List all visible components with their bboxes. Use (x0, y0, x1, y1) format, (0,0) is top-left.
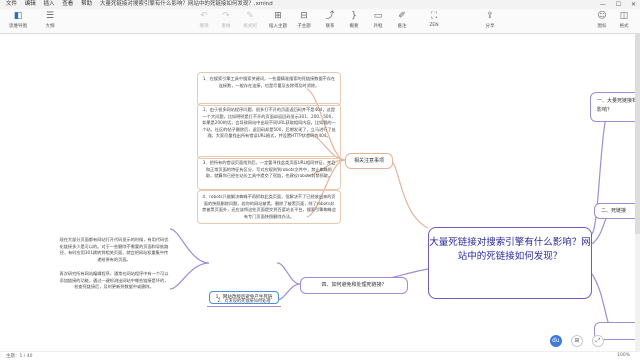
left-note-top[interactable]: 现在大部分页面都有网站打开代码显示的时候，有用代码优化链接多少是可以的。对于一些… (58, 237, 170, 263)
sub-node-2[interactable]: 2、对发现的死链接如何处理 (207, 295, 281, 307)
mindmap-canvas[interactable]: 1、在搜索引擎工具中搜索关键词，一些要精准搜索的死链接数据不存在连接数，一般存在… (0, 34, 640, 360)
tool-outline[interactable]: ☰ 大纲 (36, 11, 64, 29)
maximize-icon[interactable]: ☐ (616, 0, 621, 9)
tool-subtopic[interactable]: ⊟ 子主题 (290, 11, 318, 29)
mindmap-icon: ◧ (13, 11, 23, 21)
subtopic-icon: ⊟ (300, 11, 308, 21)
central-topic[interactable]: 大量死链接对搜索引擎有什么影响？网站中的死链接如何发现？ (428, 227, 592, 299)
tool-insert-topic[interactable]: ⊞ 插入主题 (264, 11, 292, 29)
minimize-icon[interactable]: — (600, 0, 606, 9)
note-3[interactable]: 3、把所有的错误页面找到后，一定要寻找此类页面URL相同特征，并且和正常页面的特… (197, 156, 341, 190)
note-1[interactable]: 1、在搜索引擎工具中搜索关键词，一些要精准搜索的死链接数据不存在连接数，一般存在… (197, 72, 341, 106)
note-2[interactable]: 2、由于很多网站程序问题，很多打不开的页面返回码并不是404，这是一个大问题，比… (197, 103, 341, 159)
summary-icon: } (351, 11, 357, 21)
branch-two[interactable]: 二、死链接 (594, 203, 640, 219)
tool-mindmap[interactable]: ◧ 思维导图 (4, 11, 32, 29)
zen-icon: ⛶ (430, 11, 438, 21)
note-4[interactable]: 4、robots只能解决蜘蛛不再抓取此类页面，但解决不了已经放出来的页面的快照删… (197, 190, 341, 224)
menu-help[interactable]: 帮助 (81, 0, 92, 9)
menu-view[interactable]: 查看 (62, 0, 73, 9)
branch-four[interactable]: 四、如何避免和处理死链接？ (300, 277, 408, 294)
branch-attention[interactable]: 相关注意事项 (345, 153, 393, 169)
format-brush-icon: ✎ (246, 11, 254, 21)
toolbar: ◧ 思维导图 ☰ 大纲 ↶ 撤销 ↷ 重做 ✎ 格式刷 ⊞ 插入主题 ⊟ 子主题… (0, 9, 640, 34)
menu-file[interactable]: 文件 (6, 0, 17, 9)
menu-edit[interactable]: 编辑 (25, 0, 36, 9)
scroll-thumb[interactable] (635, 34, 640, 234)
close-icon[interactable]: ✕ (631, 0, 636, 9)
layout-icon[interactable]: ⊞ (570, 335, 583, 347)
left-note-bottom[interactable]: 再次研究所有网站编辑程序，通常在网站程序中有一个可以添加链接的功能，通过一键检测… (58, 271, 170, 291)
menu-bar: 文件 编辑 插入 查看 帮助 大量死链接对搜索引擎有什么影响？网站中的死链接如何… (0, 0, 640, 9)
menu-insert[interactable]: 插入 (44, 0, 55, 9)
branch-one[interactable]: 一、大量死链接有什么影响？ (590, 92, 640, 122)
insert-topic-icon: ⊞ (274, 11, 282, 21)
tool-format-brush[interactable]: ✎ 格式刷 (236, 11, 264, 29)
tool-note[interactable]: ✐ 备注 (388, 11, 416, 29)
relation-icon: ⤴ (325, 11, 335, 21)
status-bar: 主题：1 / 40 100% (0, 351, 640, 360)
share-icon: ⇪ (486, 11, 494, 21)
floating-controls: du ⊞ ⤢ (546, 327, 604, 347)
window-title: 大量死链接对搜索引擎有什么影响？网站中的死链接如何发现？.xmind (99, 1, 273, 7)
tool-zen[interactable]: ⛶ ZEN (420, 11, 448, 28)
tool-format[interactable]: ◫ 格式 (610, 11, 638, 29)
palette-icon: ☺ (597, 11, 607, 21)
topic-count: 主题：1 / 40 (6, 354, 33, 359)
zoom-level[interactable]: 100% (617, 353, 630, 358)
vertical-scrollbar[interactable] (635, 34, 640, 352)
redo-icon: ↷ (222, 11, 230, 21)
outline-icon: ☰ (45, 11, 55, 21)
undo-icon: ↶ (200, 11, 208, 21)
format-icon: ◫ (619, 11, 629, 21)
note-icon: ✐ (398, 11, 406, 21)
du-icon[interactable]: du (549, 335, 562, 347)
boundary-icon: ▭ (373, 11, 383, 21)
fit-icon[interactable]: ⤢ (592, 335, 604, 347)
tool-share[interactable]: ⇪ 分享 (476, 11, 504, 29)
window-controls: — ☐ ✕ (592, 0, 636, 9)
